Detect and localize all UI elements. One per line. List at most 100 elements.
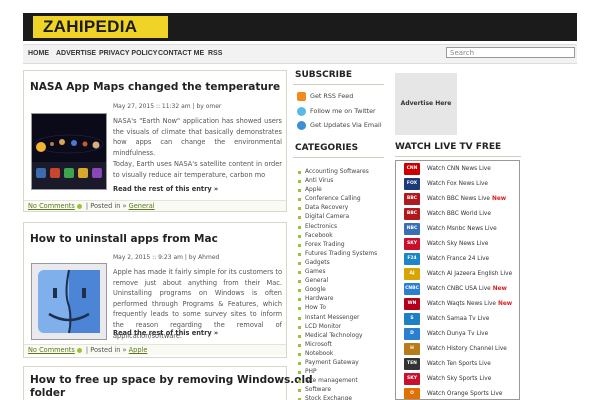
category-item[interactable]: Games xyxy=(297,268,382,277)
live-tv-item[interactable]: BBC Watch BBC World Live xyxy=(396,207,519,222)
bullet-icon xyxy=(298,352,301,356)
bullet-icon xyxy=(298,316,301,320)
live-tv-link-text: Watch BBC World Live xyxy=(427,211,491,217)
live-tv-label: Watch Sky Sports Live xyxy=(427,372,491,387)
email-updates-link[interactable]: Get Updates Via Email xyxy=(297,120,382,130)
email-icon xyxy=(297,120,306,130)
post-title[interactable]: How to free up space by removing Windows… xyxy=(30,374,313,386)
category-item[interactable]: Stock Exchange xyxy=(297,395,382,400)
category-item[interactable]: Gadgets xyxy=(297,259,382,268)
twitter-follow-link[interactable]: Follow me on Twitter xyxy=(297,106,376,116)
category-item[interactable]: Google xyxy=(297,286,382,295)
live-tv-item[interactable]: FOX Watch Fox News Live xyxy=(396,177,519,192)
read-more-link[interactable]: Read the rest of this entry » xyxy=(113,329,218,337)
search-input[interactable]: Search xyxy=(446,47,575,58)
category-item[interactable]: Payment Gateway xyxy=(297,359,382,368)
live-tv-item[interactable]: F24 Watch France 24 Live xyxy=(396,252,519,267)
nav-item-advertise[interactable]: ADVERTISE xyxy=(56,45,96,63)
post-title-line2[interactable]: folder xyxy=(30,387,65,399)
live-tv-item[interactable]: NBC Watch Msnbc News Live xyxy=(396,222,519,237)
bullet-icon xyxy=(298,171,301,174)
comments-link[interactable]: No Comments xyxy=(28,202,75,210)
category-item[interactable]: Futures Trading Systems xyxy=(297,250,382,259)
category-item[interactable]: Electronics xyxy=(297,223,382,232)
rss-feed-link[interactable]: Get RSS Feed xyxy=(297,91,353,101)
live-tv-item[interactable]: D Watch Dunya Tv Live xyxy=(396,327,519,342)
live-tv-link-text: Watch Msnbc News Live xyxy=(427,226,497,232)
category-item[interactable]: Accounting Softwares xyxy=(297,168,382,177)
comments-link[interactable]: No Comments xyxy=(28,346,75,354)
post-title[interactable]: NASA App Maps changed the temperature xyxy=(30,81,280,93)
category-item[interactable]: LCD Monitor xyxy=(297,323,382,332)
category-item[interactable]: PHP xyxy=(297,368,382,377)
category-item[interactable]: Instant Messenger xyxy=(297,314,382,323)
live-tv-label: Watch BBC World Live xyxy=(427,207,491,222)
category-item[interactable]: Digital Camera xyxy=(297,213,382,222)
live-tv-item[interactable]: CNN Watch CNN News Live xyxy=(396,162,519,177)
rss-feed-label: Get RSS Feed xyxy=(310,92,354,100)
category-label: Google xyxy=(305,287,326,294)
post-title[interactable]: How to uninstall apps from Mac xyxy=(30,233,218,245)
live-tv-item[interactable]: AJ Watch Al Jazeera English Live xyxy=(396,267,519,282)
live-tv-item[interactable]: BBC Watch BBC News Live New xyxy=(396,192,519,207)
nav-item-home[interactable]: HOME xyxy=(28,45,49,63)
nav-item-contact-me[interactable]: CONTACT ME xyxy=(158,45,204,63)
advertise-here-box[interactable]: Advertise Here xyxy=(395,73,457,135)
live-tv-link-text: Watch Sky Sports Live xyxy=(427,376,492,382)
finder-icon xyxy=(32,264,106,339)
category-item[interactable]: General xyxy=(297,277,382,286)
live-tv-link-text: Watch CNN News Live xyxy=(427,166,491,172)
live-tv-label: Watch Samaa Tv Live xyxy=(427,312,489,327)
live-tv-item[interactable]: O Watch Orange Sports Live xyxy=(396,387,519,399)
subscribe-heading: SUBSCRIBE xyxy=(295,70,353,80)
live-tv-label: Watch CNN News Live xyxy=(427,162,491,177)
live-tv-label: Watch CNBC USA Live New xyxy=(427,282,507,297)
new-badge: New xyxy=(497,301,513,307)
category-item[interactable]: Data Recovery xyxy=(297,204,382,213)
live-tv-item[interactable]: SKY Watch Sky Sports Live xyxy=(396,372,519,387)
live-tv-label: Watch Ten Sports Live xyxy=(427,357,491,372)
read-more-link[interactable]: Read the rest of this entry » xyxy=(113,185,218,193)
live-tv-item[interactable]: WN Watch Waqts News Live New xyxy=(396,297,519,312)
posted-in-label: | Posted in » xyxy=(85,346,127,354)
divider xyxy=(293,84,384,85)
category-item[interactable]: Medical Technology xyxy=(297,332,382,341)
category-item[interactable]: Notebook xyxy=(297,350,382,359)
email-updates-label: Get Updates Via Email xyxy=(310,121,382,129)
divider xyxy=(395,156,521,157)
twitter-bird-icon xyxy=(297,106,306,116)
category-item[interactable]: Software xyxy=(297,386,382,395)
live-tv-item[interactable]: S Watch Samaa Tv Live xyxy=(396,312,519,327)
live-tv-item[interactable]: SKY Watch Sky News Live xyxy=(396,237,519,252)
category-item[interactable]: Site management xyxy=(297,377,382,386)
category-label: Medical Technology xyxy=(305,332,363,339)
live-tv-link-text: Watch Dunya Tv Live xyxy=(427,331,489,337)
category-link[interactable]: Apple xyxy=(129,346,148,354)
live-tv-item[interactable]: CNBC Watch CNBC USA Live New xyxy=(396,282,519,297)
category-item[interactable]: Microsoft xyxy=(297,341,382,350)
mac-finder-image[interactable] xyxy=(31,263,107,340)
nav-item-privacy-policy[interactable]: PRIVACY POLICY xyxy=(99,45,157,63)
live-tv-link-text: Watch Ten Sports Live xyxy=(427,361,491,367)
nav-item-rss[interactable]: RSS xyxy=(208,45,222,63)
bullet-icon xyxy=(298,361,301,365)
post-excerpt: NASA's "Earth Now" application has showe… xyxy=(113,117,282,157)
live-tv-list: CNN Watch CNN News Live FOX Watch Fox News … xyxy=(395,160,520,400)
site-logo[interactable]: ZAHIPEDIA xyxy=(33,16,168,38)
channel-logo-icon: D xyxy=(404,328,420,340)
live-tv-link-text: Watch BBC News Live xyxy=(427,196,490,202)
category-link[interactable]: General xyxy=(129,202,155,210)
live-tv-item[interactable]: TEN Watch Ten Sports Live xyxy=(396,357,519,372)
category-item[interactable]: Hardware xyxy=(297,295,382,304)
live-tv-label: Watch Dunya Tv Live xyxy=(427,327,488,342)
category-item[interactable]: Anti Virus xyxy=(297,177,382,186)
category-item[interactable]: Conference Calling xyxy=(297,195,382,204)
category-item[interactable]: Facebook xyxy=(297,232,382,241)
solar-system-image[interactable] xyxy=(31,113,107,190)
channel-logo-icon: BBC xyxy=(404,208,420,220)
live-tv-item[interactable]: H Watch History Channel Live xyxy=(396,342,519,357)
category-item[interactable]: Forex Trading xyxy=(297,241,382,250)
category-item[interactable]: Apple xyxy=(297,186,382,195)
category-item[interactable]: How To xyxy=(297,304,382,313)
twitter-follow-label: Follow me on Twitter xyxy=(310,107,376,115)
